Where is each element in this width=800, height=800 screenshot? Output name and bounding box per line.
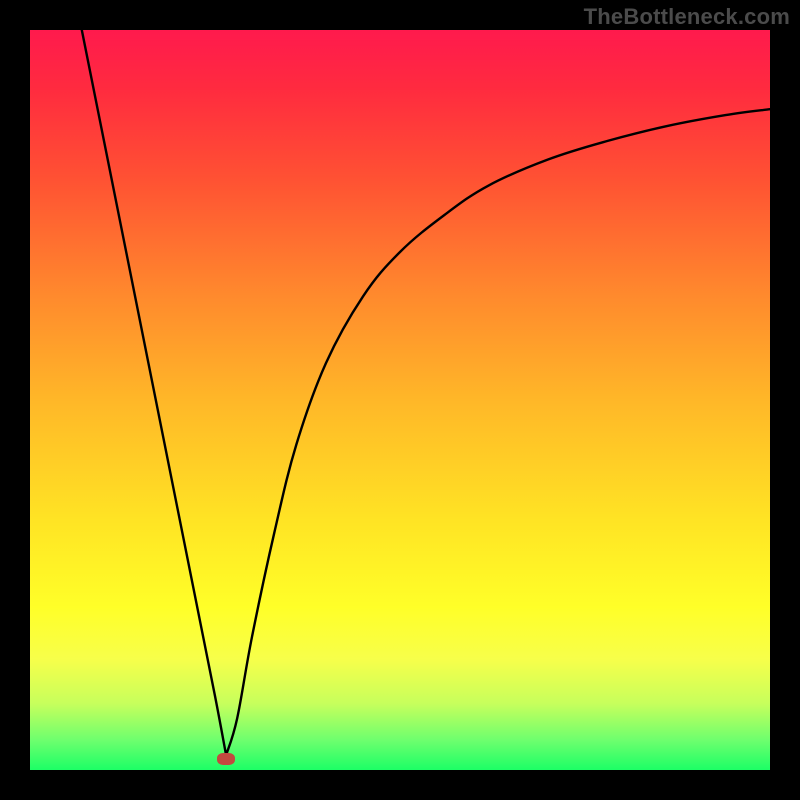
curve-left-segment (82, 30, 226, 755)
watermark-text: TheBottleneck.com (584, 4, 790, 30)
bottleneck-curve (30, 30, 770, 770)
plot-area (30, 30, 770, 770)
chart-frame: TheBottleneck.com (0, 0, 800, 800)
curve-right-segment (226, 109, 770, 755)
minimum-marker (217, 753, 235, 765)
